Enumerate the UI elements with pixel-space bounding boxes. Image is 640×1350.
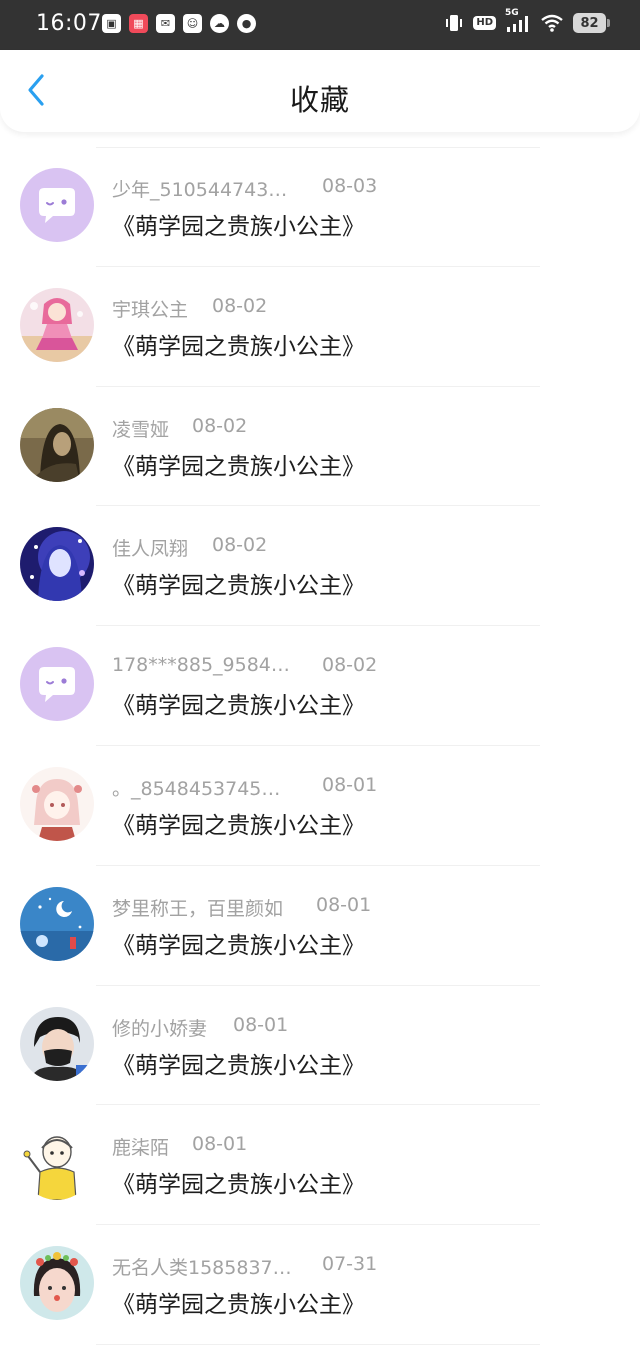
masked-boy-avatar-icon [20, 1006, 94, 1081]
favorite-meta: 梦里称王，百里颜如 08-01 [112, 894, 371, 920]
avatar[interactable] [20, 287, 94, 362]
signal-icon: 5G [505, 8, 531, 33]
favorite-meta: 佳人凤翔 08-02 [112, 534, 267, 561]
favorite-meta: 少年_510544743… 08-03 [112, 175, 377, 201]
yellow-cartoon-avatar-icon [20, 1126, 94, 1201]
favorite-item[interactable]: 鹿柒陌 08-01 《萌学园之贵族小公主》 [0, 1105, 640, 1226]
sepia-portrait-avatar-icon [20, 407, 94, 482]
favorite-date: 08-02 [192, 414, 248, 437]
app-notification-icon: ▦ [129, 14, 148, 33]
battery-indicator: 82 [573, 13, 610, 33]
favorite-date: 08-01 [322, 773, 378, 796]
girl-flower-crown-avatar-icon [20, 1246, 94, 1321]
work-title: 《萌学园之贵族小公主》 [112, 1052, 365, 1079]
user-name: 佳人凤翔 [112, 538, 189, 561]
hd-icon: HD [473, 16, 496, 30]
favorite-item[interactable]: 无名人类1585837… 07-31 《萌学园之贵族小公主》 [0, 1225, 640, 1345]
user-name: 梦里称王，百里颜如 [112, 897, 284, 920]
work-title: 《萌学园之贵族小公主》 [112, 932, 365, 959]
user-name: 凌雪娅 [112, 418, 170, 441]
notification-icons: ▣ ▦ ✉ ☺ ☁ ● [102, 14, 256, 33]
work-title: 《萌学园之贵族小公主》 [112, 453, 365, 480]
favorite-meta: 。_8548453745… 08-01 [112, 774, 377, 800]
favorite-item[interactable]: 佳人凤翔 08-02 《萌学园之贵族小公主》 [0, 506, 640, 627]
favorite-date: 07-31 [322, 1253, 378, 1276]
user-name: 无名人类1585837… [112, 1257, 292, 1280]
favorite-meta: 修的小娇妻 08-01 [112, 1014, 288, 1040]
favorite-meta: 178***885_9584… 08-02 [112, 654, 377, 680]
row-divider [96, 1343, 540, 1345]
avatar[interactable] [20, 1246, 94, 1321]
favorite-item[interactable]: 修的小娇妻 08-01 《萌学园之贵族小公主》 [0, 986, 640, 1106]
favorite-date: 08-02 [212, 534, 268, 557]
blue-glow-girl-avatar-icon [20, 527, 94, 602]
favorite-meta: 凌雪娅 08-02 [112, 415, 247, 441]
vibrate-icon [444, 13, 464, 33]
favorite-item[interactable]: 梦里称王，百里颜如 08-01 《萌学园之贵族小公主》 [0, 866, 640, 986]
message-notification-icon: ● [237, 14, 256, 33]
favorite-meta: 无名人类1585837… 07-31 [112, 1253, 377, 1280]
favorite-item[interactable]: 少年_510544743… 08-03 《萌学园之贵族小公主》 [0, 147, 640, 267]
favorite-item[interactable]: 凌雪娅 08-02 《萌学园之贵族小公主》 [0, 387, 640, 507]
app-bar: 收藏 [0, 50, 640, 132]
user-name: 178***885_9584… [112, 654, 290, 677]
work-title: 《萌学园之贵族小公主》 [112, 1292, 365, 1319]
favorite-item[interactable]: 。_8548453745… 08-01 《萌学园之贵族小公主》 [0, 746, 640, 866]
user-name: 鹿柒陌 [112, 1137, 170, 1160]
favorite-date: 08-02 [322, 654, 378, 677]
mail-notification-icon: ✉ [156, 14, 175, 33]
status-indicators: HD 5G 82 [444, 8, 610, 33]
avatar[interactable] [20, 647, 94, 722]
work-title: 《萌学园之贵族小公主》 [112, 573, 365, 600]
avatar[interactable] [20, 886, 94, 961]
network-type: 5G [505, 8, 519, 18]
work-title: 《萌学园之贵族小公主》 [112, 214, 365, 240]
avatar[interactable] [20, 168, 94, 242]
work-title: 《萌学园之贵族小公主》 [112, 1172, 365, 1199]
cloud-notification-icon: ☁ [210, 14, 229, 33]
user-name: 宇琪公主 [112, 298, 189, 321]
work-title: 《萌学园之贵族小公主》 [112, 333, 365, 360]
avatar[interactable] [20, 1126, 94, 1201]
anime-princess-avatar-icon [20, 287, 94, 362]
status-bar: 16:07 ▣ ▦ ✉ ☺ ☁ ● HD 5G 82 [0, 0, 640, 50]
user-name: 。_8548453745… [112, 777, 281, 800]
anime-sketch-girl-avatar-icon [20, 766, 94, 841]
blue-night-avatar-icon [20, 886, 94, 961]
favorite-item[interactable]: 宇琪公主 08-02 《萌学园之贵族小公主》 [0, 267, 640, 387]
work-title: 《萌学园之贵族小公主》 [112, 693, 365, 720]
user-name: 少年_510544743… [112, 179, 288, 201]
avatar[interactable] [20, 407, 94, 482]
user-name: 修的小娇妻 [112, 1017, 208, 1040]
work-title: 《萌学园之贵族小公主》 [112, 812, 365, 839]
app-notification-icon: ☺ [183, 14, 202, 33]
favorite-item[interactable]: 178***885_9584… 08-02 《萌学园之贵族小公主》 [0, 626, 640, 746]
favorite-meta: 鹿柒陌 08-01 [112, 1133, 247, 1160]
status-time: 16:07 [36, 11, 102, 36]
favorite-date: 08-01 [192, 1133, 248, 1156]
favorite-date: 08-02 [212, 294, 268, 317]
avatar[interactable] [20, 766, 94, 841]
app-notification-icon: ▣ [102, 14, 121, 33]
wifi-icon [540, 13, 564, 33]
default-chat-avatar-icon [20, 168, 94, 242]
default-chat-avatar-icon [20, 647, 94, 722]
favorite-date: 08-03 [322, 175, 378, 197]
avatar[interactable] [20, 527, 94, 602]
favorite-meta: 宇琪公主 08-02 [112, 295, 267, 321]
favorite-date: 08-01 [233, 1013, 289, 1036]
favorite-date: 08-01 [316, 893, 372, 916]
page-title: 收藏 [289, 83, 350, 117]
favorites-list: 少年_510544743… 08-03 《萌学园之贵族小公主》 宇琪公主 08-… [0, 147, 640, 1345]
avatar[interactable] [20, 1006, 94, 1081]
